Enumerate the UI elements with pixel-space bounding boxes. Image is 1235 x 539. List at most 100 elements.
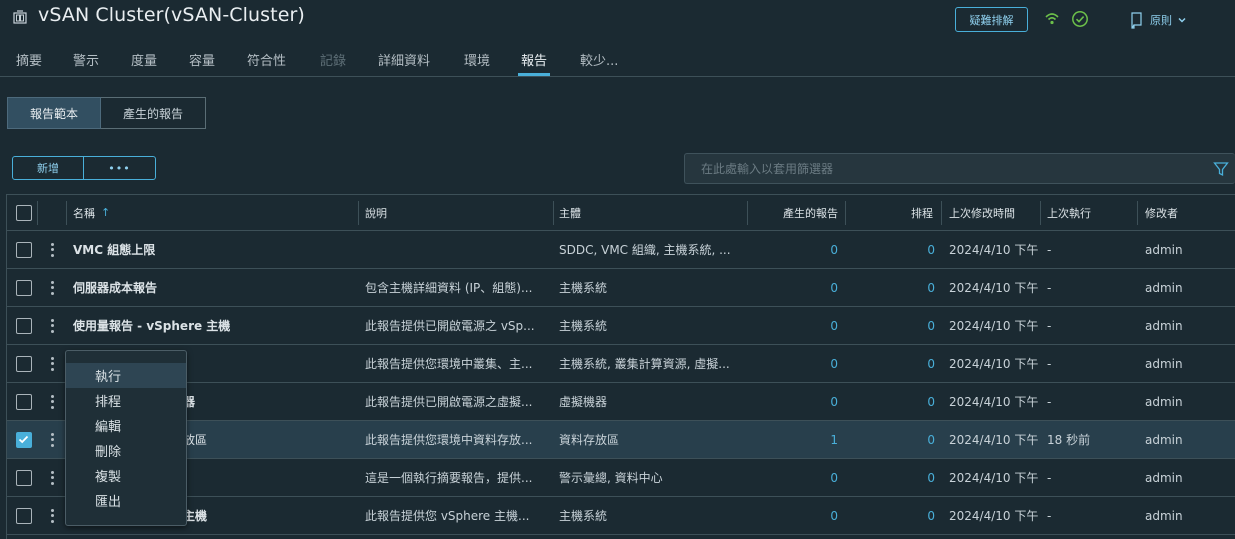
cell-subject: 警示彙總, 資料中心: [559, 471, 663, 485]
troubleshoot-button[interactable]: 疑難排解: [955, 7, 1028, 32]
report-templates-grid: 名稱 ↑ 說明 主體 產生的報告 排程 上次修改時間 上次執行 修改者 VMC …: [6, 194, 1235, 539]
row-checkbox[interactable]: [16, 317, 32, 334]
column-header-schedule[interactable]: 排程: [847, 195, 933, 230]
row-actions-icon[interactable]: [47, 317, 57, 335]
table-row[interactable]: VMC 組態上限 SDDC, VMC 組織, 主機系統, ... 0 0 202…: [7, 231, 1235, 269]
cell-generated-link[interactable]: 0: [749, 307, 838, 344]
cell-schedule-link[interactable]: 0: [847, 497, 935, 534]
cell-last-run: -: [1047, 356, 1052, 371]
tab-less[interactable]: 較少...: [580, 50, 618, 76]
cell-last-modified: 2024/4/10 下午: [949, 433, 1039, 447]
tab-details[interactable]: 詳細資料: [378, 50, 430, 76]
table-row[interactable]: 伺服器成本報告 包含主機詳細資料 (IP、組態)... 主機系統 0 0 202…: [7, 269, 1235, 307]
cell-schedule-link[interactable]: 0: [847, 269, 935, 306]
row-actions-icon[interactable]: [47, 431, 57, 449]
tab-metrics[interactable]: 度量: [131, 50, 157, 76]
cell-last-modified: 2024/4/10 下午: [949, 509, 1039, 523]
tab-capacity[interactable]: 容量: [189, 50, 215, 76]
cell-modified-by: admin: [1145, 242, 1183, 257]
add-button[interactable]: 新增: [13, 157, 84, 179]
menu-item-clone[interactable]: 複製: [66, 463, 186, 488]
row-actions-icon[interactable]: [47, 393, 57, 411]
generated-reports-button[interactable]: 產生的報告: [101, 97, 206, 129]
menu-item-edit[interactable]: 編輯: [66, 413, 186, 438]
column-header-last-modified[interactable]: 上次修改時間: [949, 195, 1015, 230]
column-header-name[interactable]: 名稱 ↑: [73, 195, 110, 230]
row-checkbox[interactable]: [16, 355, 32, 372]
row-checkbox[interactable]: [16, 507, 32, 524]
table-row[interactable]: 這是一個執行摘要報告，提供... 警示彙總, 資料中心 0 0 2024/4/1…: [7, 459, 1235, 497]
cell-generated-link[interactable]: 1: [749, 421, 838, 458]
cell-name: VMC 組態上限: [73, 243, 156, 257]
row-actions-icon[interactable]: [47, 469, 57, 487]
cell-schedule-link[interactable]: 0: [847, 459, 935, 496]
cell-schedule-link[interactable]: 0: [847, 421, 935, 458]
report-view-toggle: 報告範本 產生的報告: [7, 97, 206, 129]
cell-schedule-link[interactable]: 0: [847, 231, 935, 268]
cell-generated-link[interactable]: 0: [749, 459, 838, 496]
cell-last-run: 18 秒前: [1047, 433, 1091, 447]
cell-generated-link[interactable]: 0: [749, 383, 838, 420]
cell-generated-link[interactable]: 0: [749, 497, 838, 534]
cell-subject: 虛擬機器: [559, 395, 608, 409]
cell-last-modified: 2024/4/10 下午: [949, 281, 1039, 295]
tab-alerts[interactable]: 警示: [73, 50, 99, 76]
column-header-description[interactable]: 說明: [365, 195, 387, 230]
menu-item-run[interactable]: 執行: [66, 363, 186, 388]
cell-modified-by: admin: [1145, 318, 1183, 333]
cell-schedule-link[interactable]: 0: [847, 383, 935, 420]
row-checkbox[interactable]: [16, 241, 32, 258]
row-actions-icon[interactable]: [47, 279, 57, 297]
cell-modified-by: admin: [1145, 394, 1183, 409]
cell-generated-link[interactable]: 0: [749, 231, 838, 268]
cell-last-run: -: [1047, 242, 1052, 257]
cell-schedule-link[interactable]: 0: [847, 307, 935, 344]
column-header-modified-by[interactable]: 修改者: [1145, 195, 1178, 230]
policy-menu[interactable]: 原則: [1130, 10, 1193, 30]
cell-description: 此報告提供您 vSphere 主機...: [365, 509, 530, 523]
report-templates-button[interactable]: 報告範本: [7, 97, 101, 129]
cell-last-modified: 2024/4/10 下午: [949, 395, 1039, 409]
table-row[interactable]: 此報告提供您環境中叢集、主... 主機系統, 叢集計算資源, 虛擬... 0 0…: [7, 345, 1235, 383]
filter-input[interactable]: [685, 154, 1205, 183]
select-all-checkbox[interactable]: [16, 204, 32, 221]
column-header-generated[interactable]: 產生的報告: [749, 195, 838, 230]
cell-modified-by: admin: [1145, 508, 1183, 523]
menu-item-export[interactable]: 匯出: [66, 488, 186, 513]
table-row[interactable]: 器 此報告提供已開啟電源之虛擬... 虛擬機器 0 0 2024/4/10 下午…: [7, 383, 1235, 421]
cell-last-modified: 2024/4/10 下午: [949, 471, 1039, 485]
network-icon[interactable]: [1043, 10, 1061, 28]
row-checkbox[interactable]: [16, 393, 32, 410]
cell-subject: SDDC, VMC 組織, 主機系統, ...: [559, 243, 731, 257]
row-actions-icon[interactable]: [47, 241, 57, 259]
table-row[interactable]: 主機 此報告提供您 vSphere 主機... 主機系統 0 0 2024/4/…: [7, 497, 1235, 535]
cell-description: [365, 231, 547, 268]
table-row[interactable]: 使用量報告 - vSphere 主機 此報告提供已開啟電源之 vSp... 主機…: [7, 307, 1235, 345]
cell-last-run: -: [1047, 394, 1052, 409]
tab-environment[interactable]: 環境: [464, 50, 490, 76]
cell-generated-link[interactable]: 0: [749, 345, 838, 382]
row-actions-icon[interactable]: [47, 355, 57, 373]
cell-modified-by: admin: [1145, 470, 1183, 485]
row-checkbox-checked[interactable]: [16, 431, 32, 448]
cell-description: 包含主機詳細資料 (IP、組態)...: [365, 281, 533, 295]
column-header-last-run[interactable]: 上次執行: [1047, 195, 1091, 230]
page-title: vSAN Cluster(vSAN-Cluster): [38, 4, 305, 26]
cell-generated-link[interactable]: 0: [749, 269, 838, 306]
tab-reports[interactable]: 報告: [518, 50, 551, 76]
tab-bar: 摘要 警示 度量 容量 符合性 記錄 詳細資料 環境 報告 較少...: [0, 44, 1235, 77]
filter-icon[interactable]: [1213, 161, 1229, 177]
cell-schedule-link[interactable]: 0: [847, 345, 935, 382]
menu-item-delete[interactable]: 刪除: [66, 438, 186, 463]
column-header-subject[interactable]: 主體: [559, 195, 581, 230]
table-row-selected[interactable]: 放區 此報告提供您環境中資料存放... 資料存放區 1 0 2024/4/10 …: [7, 421, 1235, 459]
tab-compliance[interactable]: 符合性: [247, 50, 286, 76]
row-checkbox[interactable]: [16, 469, 32, 486]
row-checkbox[interactable]: [16, 279, 32, 296]
cell-name: 伺服器成本報告: [73, 281, 158, 295]
more-actions-button[interactable]: •••: [84, 157, 155, 179]
menu-item-schedule[interactable]: 排程: [66, 388, 186, 413]
check-circle-icon[interactable]: [1071, 10, 1089, 28]
tab-summary[interactable]: 摘要: [16, 50, 42, 76]
row-actions-icon[interactable]: [47, 507, 57, 525]
